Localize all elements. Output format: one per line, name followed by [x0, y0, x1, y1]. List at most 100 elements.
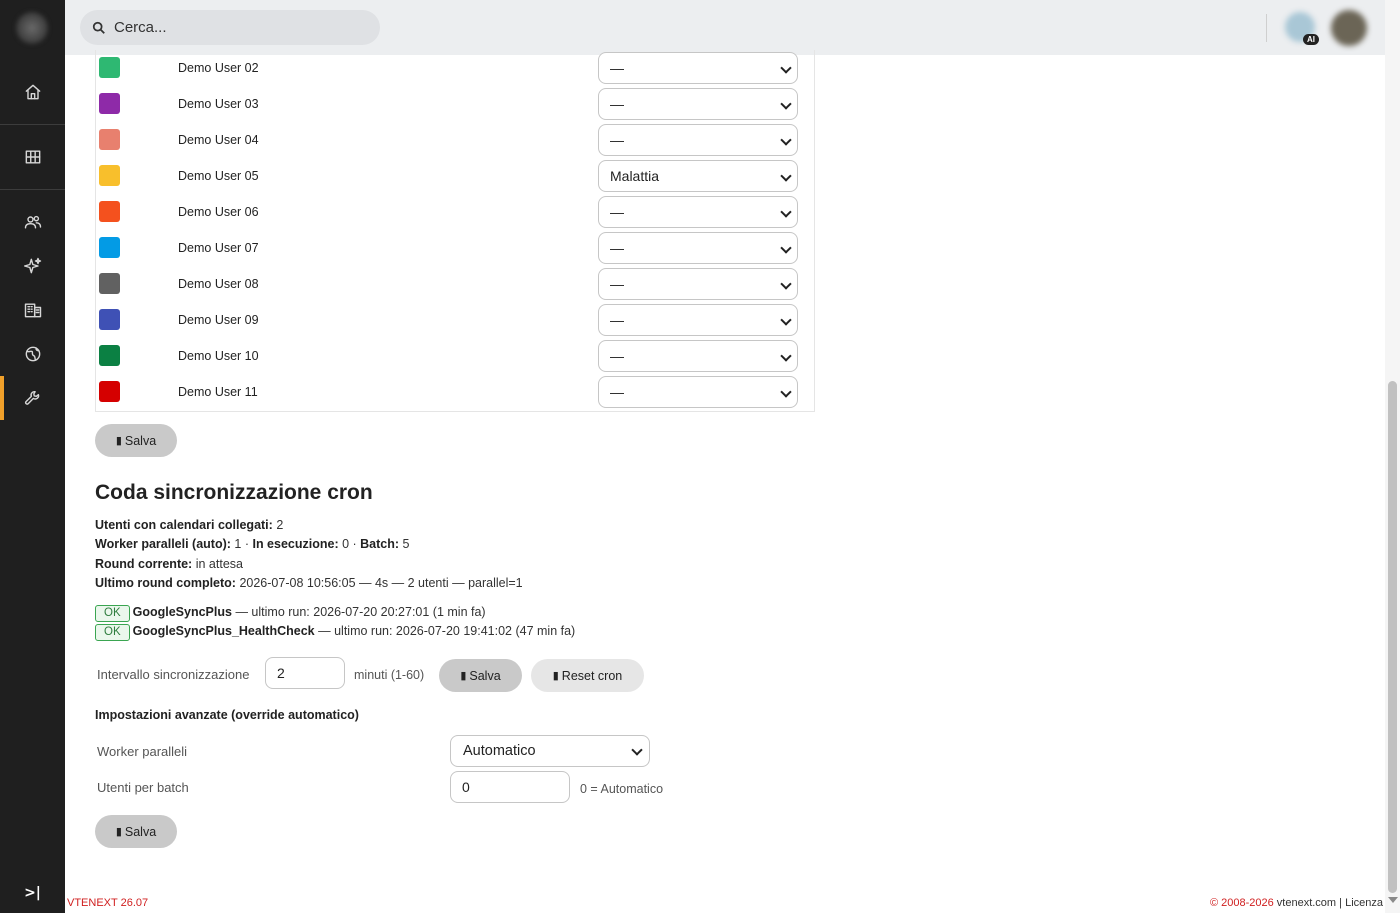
scroll-down-arrow-icon[interactable]	[1388, 897, 1398, 903]
chevron-down-icon	[780, 98, 792, 110]
running-value: 0	[342, 537, 350, 551]
user-color-swatch[interactable]	[99, 345, 120, 366]
user-color-swatch[interactable]	[99, 93, 120, 114]
absence-select[interactable]: —	[598, 232, 798, 264]
save-advanced-label: Salva	[124, 824, 157, 839]
advanced-settings-heading: Impostazioni avanzate (override automati…	[95, 708, 359, 722]
linked-users-info: Utenti con calendari collegati: 2	[95, 518, 283, 532]
building-icon[interactable]	[0, 290, 65, 330]
status-badge: OK	[95, 605, 130, 622]
user-avatar[interactable]	[1331, 10, 1367, 46]
app-logo[interactable]	[16, 12, 48, 44]
absence-select[interactable]: —	[598, 376, 798, 408]
search-box[interactable]	[80, 10, 380, 45]
advanced-settings-title: Impostazioni avanzate (override automati…	[95, 708, 359, 722]
user-color-swatch[interactable]	[99, 57, 120, 78]
user-name: Demo User 04	[178, 133, 259, 147]
user-name: Demo User 02	[178, 61, 259, 75]
sidebar-divider	[0, 124, 65, 125]
reset-icon: ▮	[552, 669, 559, 682]
save-advanced-button[interactable]: ▮ Salva	[95, 815, 177, 848]
page-scrollbar[interactable]	[1385, 0, 1400, 913]
user-color-swatch[interactable]	[99, 237, 120, 258]
absence-select[interactable]: —	[598, 196, 798, 228]
save-users-button[interactable]: ▮ Salva	[95, 424, 177, 457]
absence-select-value: Malattia	[610, 168, 660, 184]
chevron-down-icon	[780, 242, 792, 254]
interval-input[interactable]	[265, 657, 345, 689]
globe-icon[interactable]	[0, 334, 65, 374]
user-name: Demo User 07	[178, 241, 259, 255]
chevron-down-icon	[631, 744, 643, 756]
search-input[interactable]	[114, 19, 354, 36]
absence-select[interactable]: Malattia	[598, 160, 798, 192]
workers-select-value: Automatico	[463, 743, 536, 759]
absence-select[interactable]: —	[598, 124, 798, 156]
current-round-info: Round corrente: in attesa	[95, 557, 243, 571]
last-round-info: Ultimo round completo: 2026-07-08 10:56:…	[95, 576, 523, 590]
absence-select[interactable]: —	[598, 340, 798, 372]
user-row: Demo User 03 —	[96, 86, 814, 122]
user-color-swatch[interactable]	[99, 129, 120, 150]
absence-select-value: —	[610, 240, 624, 256]
save-interval-button[interactable]: ▮ Salva	[439, 659, 522, 692]
user-name: Demo User 10	[178, 349, 259, 363]
users-icon[interactable]	[0, 202, 65, 242]
absence-select-value: —	[610, 312, 624, 328]
expand-sidebar-icon[interactable]: >|	[0, 881, 65, 905]
user-row: Demo User 06 —	[96, 194, 814, 230]
current-round-label: Round corrente:	[95, 557, 193, 571]
topbar-divider	[1266, 14, 1267, 42]
batch-size-hint: 0 = Automatico	[580, 782, 664, 796]
batch-size-label: Utenti per batch	[97, 780, 189, 795]
user-name: Demo User 05	[178, 169, 259, 183]
user-color-swatch[interactable]	[99, 165, 120, 186]
grid-icon[interactable]	[0, 137, 65, 177]
chevron-down-icon	[780, 350, 792, 362]
user-color-swatch[interactable]	[99, 309, 120, 330]
linked-users-value: 2	[276, 518, 284, 532]
top-bar: AI	[65, 0, 1385, 55]
absence-select-value: —	[610, 132, 624, 148]
absence-select[interactable]: —	[598, 268, 798, 300]
reset-cron-button[interactable]: ▮ Reset cron	[531, 659, 644, 692]
workers-value: 1	[234, 537, 242, 551]
absence-select-value: —	[610, 276, 624, 292]
copyright: © 2008-2026	[1209, 897, 1274, 909]
chevron-down-icon	[780, 314, 792, 326]
app-version: VTENEXT 26.07	[67, 897, 149, 909]
workers-select[interactable]: Automatico	[450, 735, 650, 767]
current-round-value: in attesa	[195, 557, 243, 571]
user-name: Demo User 09	[178, 313, 259, 327]
user-name: Demo User 08	[178, 277, 259, 291]
user-color-swatch[interactable]	[99, 273, 120, 294]
user-name: Demo User 11	[178, 385, 258, 399]
absence-select[interactable]: —	[598, 304, 798, 336]
absence-select[interactable]: —	[598, 88, 798, 120]
home-icon[interactable]	[0, 72, 65, 112]
sidebar-divider	[0, 189, 65, 190]
interval-hint: minuti (1-60)	[354, 668, 425, 682]
user-row: Demo User 04 —	[96, 122, 814, 158]
user-row: Demo User 08 —	[96, 266, 814, 302]
chevron-down-icon	[780, 134, 792, 146]
cron-job-row: OK GoogleSyncPlus — ultimo run: 2026-07-2…	[95, 605, 486, 622]
wrench-icon[interactable]	[0, 376, 65, 420]
user-color-swatch[interactable]	[99, 201, 120, 222]
cron-job-row: OK GoogleSyncPlus_HealthCheck — ultimo ru…	[95, 624, 575, 641]
license-link[interactable]: Licenza	[1345, 897, 1383, 909]
chevron-down-icon	[780, 278, 792, 290]
scrollbar-thumb[interactable]	[1388, 381, 1397, 893]
footer-right: © 2008-2026 vtenext.com | Licenza	[1210, 897, 1383, 909]
cron-job-detail: — ultimo run: 2026-07-20 19:41:02 (47 mi…	[318, 624, 576, 638]
site-link[interactable]: vtenext.com	[1277, 897, 1336, 909]
last-round-label: Ultimo round completo:	[95, 576, 236, 590]
absence-select[interactable]: —	[598, 52, 798, 84]
batch-size-input[interactable]	[450, 771, 570, 803]
workers-info: Worker paralleli (auto): 1 · In esecuzio…	[95, 537, 410, 551]
sparkle-icon[interactable]	[0, 246, 65, 286]
batch-label: Batch:	[360, 537, 400, 551]
user-color-swatch[interactable]	[99, 381, 120, 402]
search-icon	[92, 21, 105, 34]
user-row: Demo User 02 —	[96, 50, 814, 86]
